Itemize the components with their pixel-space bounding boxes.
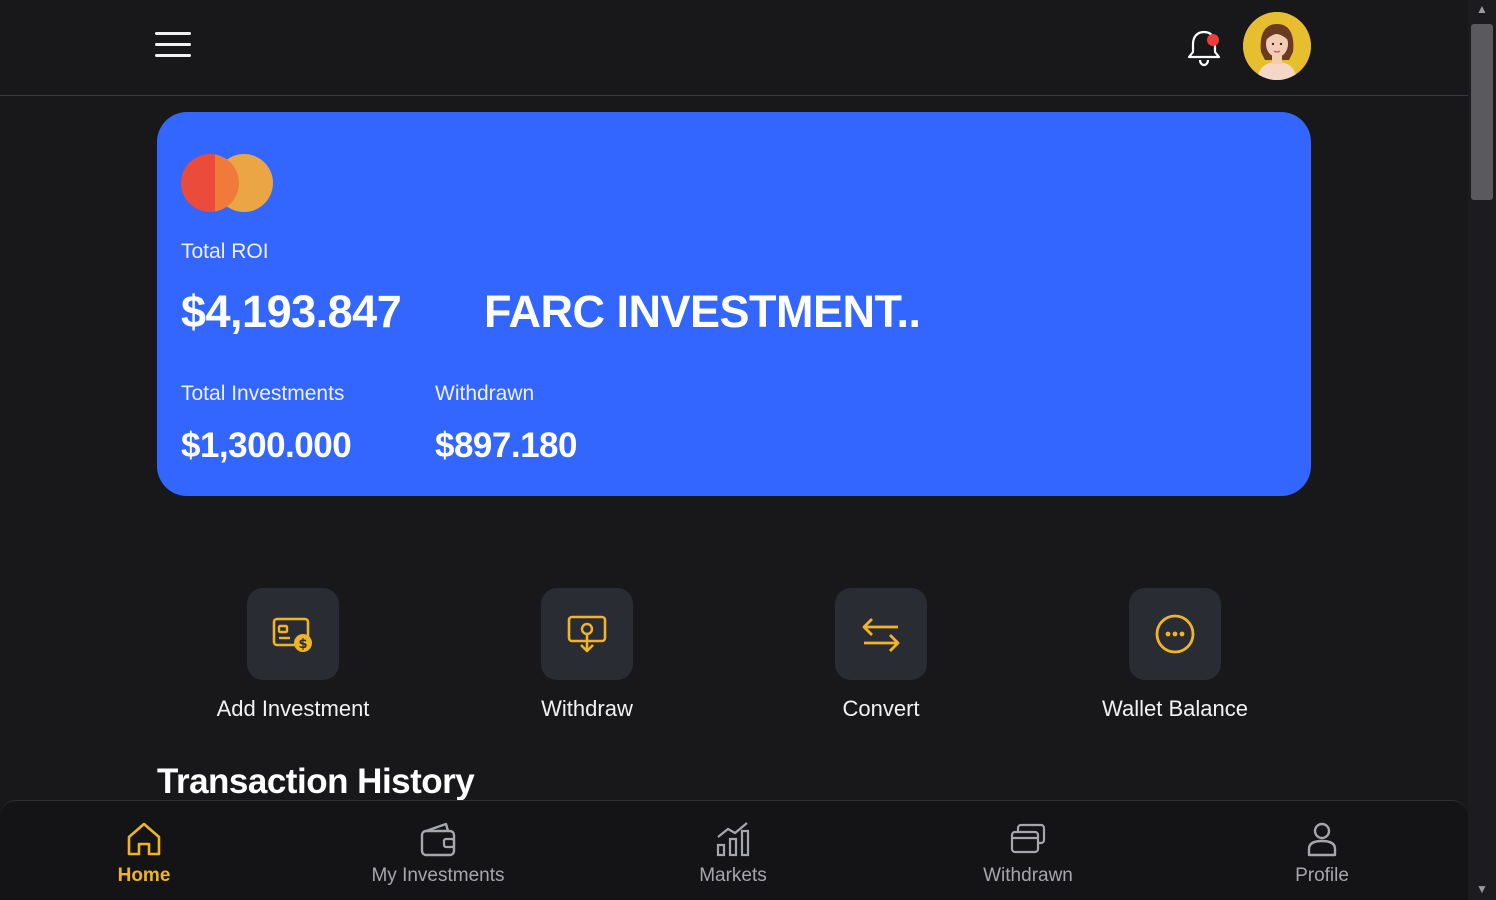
investment-summary-card: Total ROI $4,193.847 FARC INVESTMENT.. T… [157,112,1311,496]
total-roi-label: Total ROI [181,240,269,263]
svg-text:$: $ [298,637,307,652]
app-page: Total ROI $4,193.847 FARC INVESTMENT.. T… [0,0,1496,900]
wallet-balance-label: Wallet Balance [1102,696,1248,721]
cards-icon [1008,819,1048,859]
markets-chart-icon [713,819,753,859]
vertical-scrollbar[interactable]: ▲ ▼ [1468,0,1496,900]
total-roi-value: $4,193.847 [181,286,402,337]
bottom-navigation: Home My Investments Markets Withdrawn Pr… [0,800,1468,900]
nav-my-investments-label: My Investments [371,865,505,886]
nav-withdrawn[interactable]: Withdrawn [928,815,1128,895]
hamburger-menu-icon[interactable] [152,28,194,64]
convert-button[interactable]: Convert [771,588,991,728]
add-investment-label: Add Investment [216,696,370,721]
company-name: FARC INVESTMENT.. [484,286,921,337]
home-icon [124,819,164,859]
withdrawn-value: $897.180 [435,426,577,465]
notification-badge [1207,34,1219,46]
nav-markets[interactable]: Markets [633,815,833,895]
convert-arrows-icon [835,588,927,680]
convert-label: Convert [842,696,920,721]
scrollbar-thumb[interactable] [1471,24,1493,200]
bell-icon[interactable] [1182,26,1226,70]
top-bar [0,0,1468,96]
wallet-icon [418,819,458,859]
nav-markets-label: Markets [699,865,767,886]
withdraw-icon [541,588,633,680]
withdraw-button[interactable]: Withdraw [477,588,697,728]
total-investments-value: $1,300.000 [181,426,352,465]
nav-withdrawn-label: Withdrawn [983,865,1073,886]
wallet-balance-button[interactable]: Wallet Balance [1065,588,1285,728]
scroll-up-icon[interactable]: ▲ [1476,3,1488,15]
withdraw-label: Withdraw [541,696,633,721]
nav-home-label: Home [117,865,171,886]
transaction-history-title: Transaction History [157,762,475,801]
nav-profile-label: Profile [1295,865,1349,886]
scroll-down-icon[interactable]: ▼ [1476,883,1488,895]
nav-profile[interactable]: Profile [1222,815,1422,895]
nav-home[interactable]: Home [44,815,244,895]
nav-my-investments[interactable]: My Investments [338,815,538,895]
wallet-balance-icon [1129,588,1221,680]
add-investment-button[interactable]: $ Add Investment [183,588,403,728]
user-avatar[interactable] [1243,12,1311,80]
withdrawn-label: Withdrawn [435,382,535,405]
profile-icon [1302,819,1342,859]
total-investments-label: Total Investments [181,382,345,405]
add-investment-icon: $ [247,588,339,680]
mastercard-logo [181,154,273,212]
